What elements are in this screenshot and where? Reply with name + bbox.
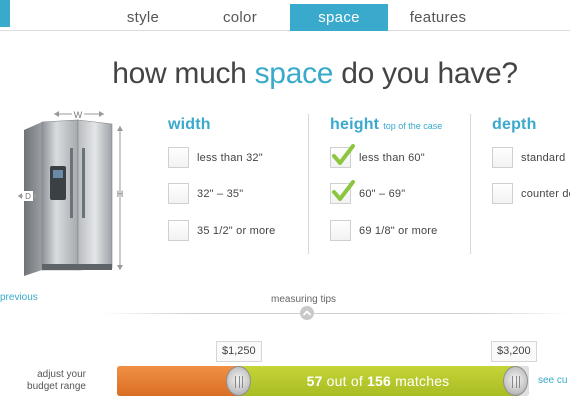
- see-results-link[interactable]: see cu: [538, 375, 567, 386]
- tab-features[interactable]: features: [388, 4, 488, 31]
- page-title-accent: space: [254, 57, 334, 90]
- refrigerator-diagram: W H D: [18, 108, 130, 278]
- budget-label-line2: budget range: [27, 381, 86, 392]
- max-price-handle[interactable]: [503, 366, 528, 396]
- match-count-of: out of: [322, 373, 368, 389]
- step-tabs: style color space features: [0, 0, 570, 31]
- height-title-text: height: [330, 116, 380, 133]
- match-total-value: 156: [367, 373, 391, 389]
- max-price-tag: $3,200: [491, 341, 537, 362]
- option-label: less than 32": [197, 152, 263, 164]
- checkbox[interactable]: [168, 147, 189, 168]
- refrigerator-illustration: W H D: [18, 108, 124, 276]
- checkbox[interactable]: [168, 220, 189, 241]
- checkmark-icon: [332, 180, 355, 201]
- match-count-value: 57: [306, 373, 323, 389]
- checkbox[interactable]: [492, 147, 513, 168]
- checkbox[interactable]: [330, 220, 351, 241]
- checkbox[interactable]: [168, 183, 189, 204]
- option-label: counter de: [521, 188, 570, 200]
- option-label: 32" – 35": [197, 188, 244, 200]
- width-column: width: [168, 116, 211, 134]
- excluded-range-low: [117, 366, 237, 396]
- previous-link[interactable]: previous: [0, 292, 38, 303]
- page-title-suffix: do you have?: [333, 57, 518, 90]
- width-dimension-label: W: [74, 110, 83, 120]
- height-subtitle: top of the case: [383, 121, 443, 131]
- divider-line: [100, 313, 570, 314]
- option-label: 60" – 69": [359, 188, 406, 200]
- match-count: 57 out of 156 matches: [258, 373, 498, 389]
- page-title: how much space do you have?: [0, 57, 570, 91]
- depth-column: depth: [492, 116, 537, 134]
- height-dimension-label: H: [117, 189, 124, 199]
- min-price-tag: $1,250: [216, 341, 262, 362]
- width-title: width: [168, 116, 211, 133]
- budget-range-label: adjust your budget range: [0, 369, 86, 393]
- option-label: standard: [521, 152, 566, 164]
- option-label: 35 1/2" or more: [197, 225, 276, 237]
- min-price-handle[interactable]: [226, 366, 251, 396]
- tab-color[interactable]: color: [190, 4, 290, 31]
- column-divider: [470, 114, 471, 254]
- column-divider: [308, 114, 309, 254]
- measuring-tips-toggle[interactable]: [300, 306, 314, 320]
- grip-icon: [235, 376, 243, 388]
- option-label: 69 1/8" or more: [359, 225, 438, 237]
- depth-title: depth: [492, 116, 537, 133]
- page-title-prefix: how much: [112, 57, 255, 90]
- depth-dimension-label: D: [25, 192, 31, 201]
- tab-space[interactable]: space: [290, 4, 388, 31]
- tab-next-partial[interactable]: [0, 0, 10, 27]
- measuring-tips-label[interactable]: measuring tips: [271, 294, 336, 305]
- grip-icon: [512, 376, 520, 388]
- chevron-up-icon: [303, 310, 311, 316]
- tab-style[interactable]: style: [88, 4, 198, 31]
- checkmark-icon: [332, 144, 355, 165]
- option-label: less than 60": [359, 152, 425, 164]
- budget-label-line1: adjust your: [37, 369, 86, 380]
- checkbox[interactable]: [492, 183, 513, 204]
- height-title: height top of the case: [330, 116, 442, 134]
- height-column: height top of the case: [330, 116, 442, 134]
- match-count-suffix: matches: [390, 373, 450, 389]
